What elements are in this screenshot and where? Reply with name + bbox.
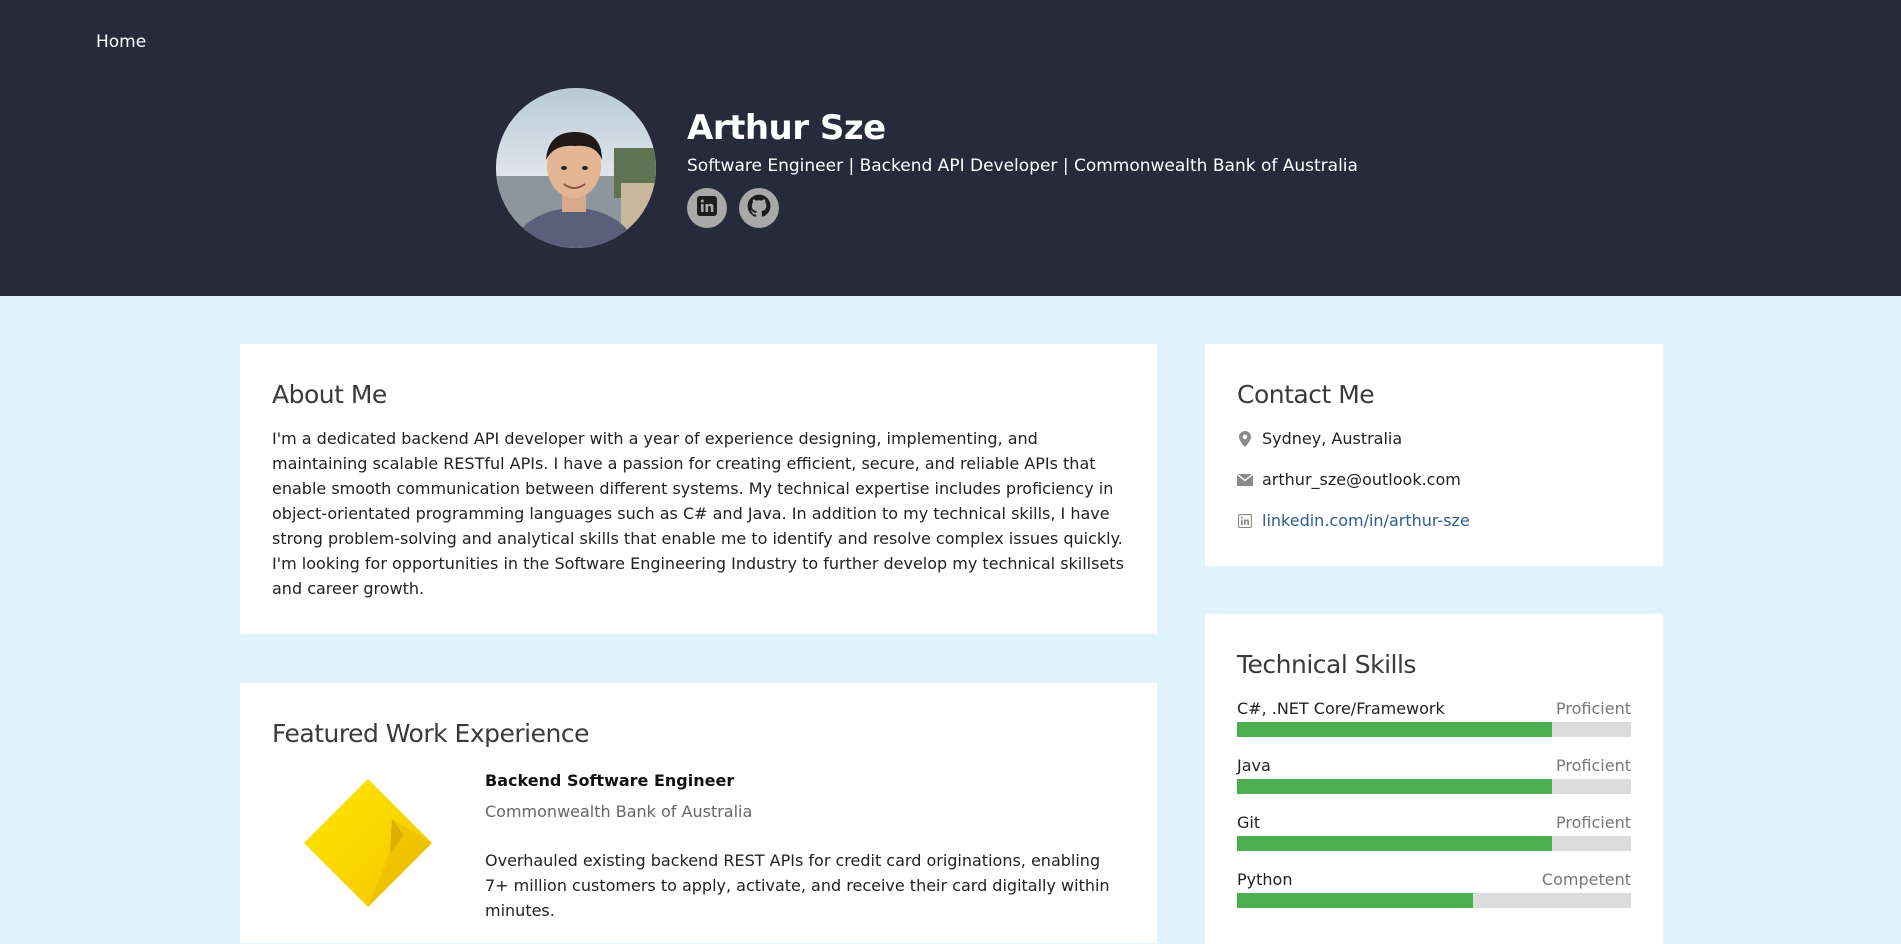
profile-name: Arthur Sze xyxy=(687,108,886,148)
skill-bar xyxy=(1237,836,1631,851)
about-title: About Me xyxy=(272,380,387,409)
profile-headline: Software Engineer | Backend API Develope… xyxy=(687,156,1358,176)
profile-header: Home Arthur Sze Software Engineer | Back… xyxy=(0,0,1901,296)
contact-card: Contact Me xyxy=(1205,344,1663,566)
skill-item: Java Proficient xyxy=(1237,756,1631,794)
skill-name: Git xyxy=(1237,813,1261,832)
github-button[interactable] xyxy=(739,188,779,228)
skill-name: Java xyxy=(1237,756,1271,775)
skill-item: Git Proficient xyxy=(1237,813,1631,851)
skill-bar-fill xyxy=(1237,836,1553,851)
map-marker-icon xyxy=(1237,430,1253,447)
github-icon xyxy=(746,193,772,223)
job-company: Commonwealth Bank of Australia xyxy=(485,802,753,821)
skill-bar-fill xyxy=(1237,722,1553,737)
skill-bar-fill xyxy=(1237,779,1553,794)
commonwealth-bank-logo xyxy=(304,779,432,907)
skill-bar xyxy=(1237,893,1631,908)
skill-level: Proficient xyxy=(1556,699,1631,718)
linkedin-small-icon xyxy=(1237,513,1253,529)
work-title: Featured Work Experience xyxy=(272,719,589,748)
about-text: I'm a dedicated backend API developer wi… xyxy=(272,429,1124,598)
linkedin-icon xyxy=(695,194,719,222)
skill-bar xyxy=(1237,722,1631,737)
skill-level: Proficient xyxy=(1556,813,1631,832)
linkedin-button[interactable] xyxy=(687,188,727,228)
linkedin-profile-link[interactable]: linkedin.com/in/arthur-sze xyxy=(1262,511,1470,530)
contact-location: Sydney, Australia xyxy=(1237,429,1402,448)
nav-home-link[interactable]: Home xyxy=(96,32,146,52)
envelope-icon xyxy=(1237,472,1253,488)
skill-name: Python xyxy=(1237,870,1293,889)
skill-name: C#, .NET Core/Framework xyxy=(1237,699,1445,718)
work-experience-card: Featured Work Experience Backend Softwar… xyxy=(240,683,1157,943)
job-title: Backend Software Engineer xyxy=(485,771,735,790)
contact-title: Contact Me xyxy=(1237,380,1375,409)
skills-title: Technical Skills xyxy=(1237,650,1416,679)
avatar-photo xyxy=(496,88,656,248)
contact-email-text: arthur_sze@outlook.com xyxy=(1262,470,1461,489)
job-description: Overhauled existing backend REST APIs fo… xyxy=(485,851,1110,920)
skill-bar xyxy=(1237,779,1631,794)
skill-item: Python Competent xyxy=(1237,870,1631,908)
skill-level: Proficient xyxy=(1556,756,1631,775)
contact-email: arthur_sze@outlook.com xyxy=(1237,470,1461,489)
skill-level: Competent xyxy=(1541,870,1631,889)
skill-item: C#, .NET Core/Framework Proficient xyxy=(1237,699,1631,737)
contact-location-text: Sydney, Australia xyxy=(1262,429,1403,448)
avatar xyxy=(496,88,656,248)
about-card: About Me I'm a dedicated backend API dev… xyxy=(240,344,1157,634)
skills-card: Technical Skills C#, .NET Core/Framework… xyxy=(1205,614,1663,944)
contact-linkedin: linkedin.com/in/arthur-sze xyxy=(1237,511,1470,530)
skill-bar-fill xyxy=(1237,893,1474,908)
